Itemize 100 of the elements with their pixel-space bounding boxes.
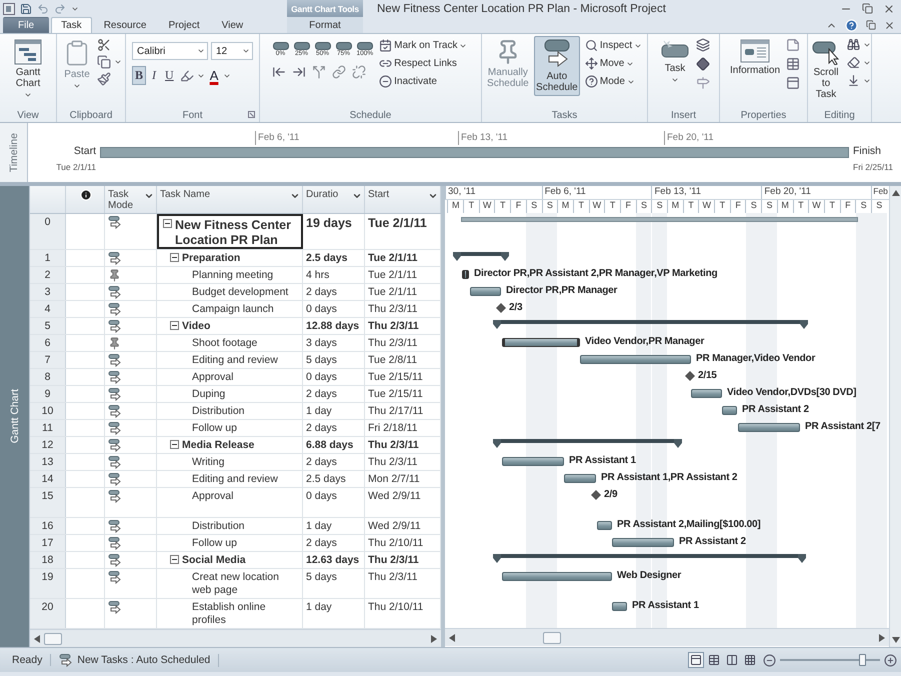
scroll-left-icon[interactable] [34, 634, 40, 642]
information-button[interactable]: Information [726, 36, 784, 79]
row-number[interactable]: 8 [30, 369, 66, 385]
schedule-mode-button[interactable]: Auto Schedule [534, 36, 580, 96]
task-name-cell[interactable]: Editing and review [157, 471, 303, 487]
font-style-button[interactable]: U [162, 66, 177, 85]
font-color-button[interactable]: A [208, 68, 220, 83]
view-shortcut-button[interactable] [706, 652, 722, 668]
task-name-cell[interactable]: Social Media [157, 552, 303, 568]
schedule-command[interactable]: Mark on Track [377, 38, 470, 53]
ribbon-tab[interactable]: View [212, 17, 254, 33]
fill-down-icon[interactable] [847, 74, 860, 87]
task-name-cell[interactable]: Approval [157, 488, 303, 517]
row-number[interactable]: 3 [30, 284, 66, 300]
row-number[interactable]: 16 [30, 518, 66, 534]
task-name-cell[interactable]: Media Release [157, 437, 303, 453]
scissors-icon[interactable] [97, 38, 111, 52]
column-header[interactable]: Duratio [303, 186, 365, 213]
ribbon-tab[interactable]: Task [51, 17, 92, 33]
task-command[interactable]: Move [582, 56, 644, 71]
gantt-chart-button[interactable]: Gantt Chart [4, 36, 52, 102]
row-number[interactable]: 10 [30, 403, 66, 419]
scroll-right-icon[interactable] [879, 634, 885, 642]
zoom-slider[interactable] [780, 654, 880, 666]
task-name-cell[interactable]: Video [157, 318, 303, 334]
schedule-mode-button[interactable]: Manually Schedule [484, 36, 531, 92]
collapse-icon[interactable] [170, 321, 179, 330]
task-name-cell[interactable]: Preparation [157, 250, 303, 266]
split-icon[interactable] [312, 65, 326, 79]
schedule-command[interactable]: Respect Links [377, 56, 470, 71]
note-icon[interactable] [786, 38, 800, 52]
task-name-cell[interactable]: Follow up [157, 420, 303, 436]
row-number[interactable]: 9 [30, 386, 66, 402]
view-shortcut-button[interactable] [688, 652, 704, 668]
task-command[interactable]: Inspect [582, 38, 644, 53]
task-name-cell[interactable]: Follow up [157, 535, 303, 551]
row-number[interactable]: 4 [30, 301, 66, 317]
view-shortcut-button[interactable] [724, 652, 740, 668]
schedule-command[interactable]: Inactivate [377, 74, 470, 89]
scroll-thumb[interactable] [44, 632, 62, 644]
link-icon[interactable] [332, 65, 346, 79]
font-style-button[interactable]: I [149, 66, 160, 85]
outdent-icon[interactable] [272, 65, 286, 79]
zoom-in-icon[interactable] [884, 654, 897, 666]
scroll-down-icon[interactable] [892, 637, 900, 643]
scroll-up-icon[interactable] [892, 190, 900, 196]
close-icon[interactable] [884, 20, 895, 30]
copy-icon[interactable] [97, 55, 111, 69]
app-logo[interactable] [3, 2, 15, 14]
task-name-cell[interactable]: Distribution [157, 518, 303, 534]
row-number[interactable]: 19 [30, 569, 66, 598]
font-size-field[interactable]: 12 [211, 42, 253, 60]
font-style-button[interactable]: B [132, 66, 146, 85]
task-name-cell[interactable]: Campaign launch [157, 301, 303, 317]
row-number[interactable]: 18 [30, 552, 66, 568]
collapse-icon[interactable] [170, 555, 179, 564]
insert-task-button[interactable]: Task [657, 36, 693, 87]
restore-icon[interactable] [866, 20, 876, 30]
dialog-launcher-icon[interactable] [248, 111, 255, 118]
row-number[interactable]: 13 [30, 454, 66, 470]
new-tasks-mode[interactable]: New Tasks : Auto Scheduled [51, 654, 220, 666]
row-number[interactable]: 6 [30, 335, 66, 351]
highlighter-icon[interactable] [180, 68, 194, 82]
ribbon-tab[interactable]: Format [287, 17, 363, 33]
signpost-icon[interactable] [696, 76, 710, 90]
horizontal-scrollbar[interactable] [30, 629, 441, 647]
row-number[interactable]: 5 [30, 318, 66, 334]
row-number[interactable]: 11 [30, 420, 66, 436]
collapse-icon[interactable] [170, 253, 179, 262]
panel-icon[interactable] [786, 76, 800, 90]
task-name-cell[interactable]: Editing and review [157, 352, 303, 368]
slider-thumb[interactable] [859, 654, 866, 666]
collapse-icon[interactable] [170, 440, 179, 449]
view-shortcut-button[interactable] [742, 652, 758, 668]
scroll-to-task-button[interactable]: Scroll to Task [808, 36, 844, 103]
row-number[interactable]: 0 [30, 214, 66, 249]
row-number[interactable]: 15 [30, 488, 66, 517]
task-command[interactable]: Mode [582, 74, 644, 89]
task-name-cell[interactable]: New Fitness Center Location PR Plan [157, 214, 303, 249]
task-name-cell[interactable]: Establish online profiles [157, 599, 303, 628]
zoom-out-icon[interactable] [763, 654, 776, 666]
task-name-cell[interactable]: Distribution [157, 403, 303, 419]
row-number[interactable]: 20 [30, 599, 66, 628]
row-number[interactable]: 12 [30, 437, 66, 453]
layers-icon[interactable] [696, 38, 710, 52]
scroll-left-icon[interactable] [449, 634, 455, 642]
save-icon[interactable] [20, 2, 32, 14]
task-name-cell[interactable]: Approval [157, 369, 303, 385]
task-name-cell[interactable]: Writing [157, 454, 303, 470]
table-icon[interactable] [786, 57, 800, 71]
indent-icon[interactable] [292, 65, 306, 79]
diamond-icon[interactable] [696, 57, 710, 71]
ribbon-tab[interactable]: Resource [94, 17, 156, 33]
scroll-right-icon[interactable] [431, 634, 437, 642]
eraser-icon[interactable] [847, 56, 860, 69]
paintbrush-icon[interactable] [97, 72, 111, 86]
binoculars-icon[interactable] [847, 38, 860, 51]
help-icon[interactable] [845, 18, 858, 32]
column-header[interactable]: Task Mode [105, 186, 157, 213]
vertical-scrollbar[interactable] [889, 186, 901, 647]
